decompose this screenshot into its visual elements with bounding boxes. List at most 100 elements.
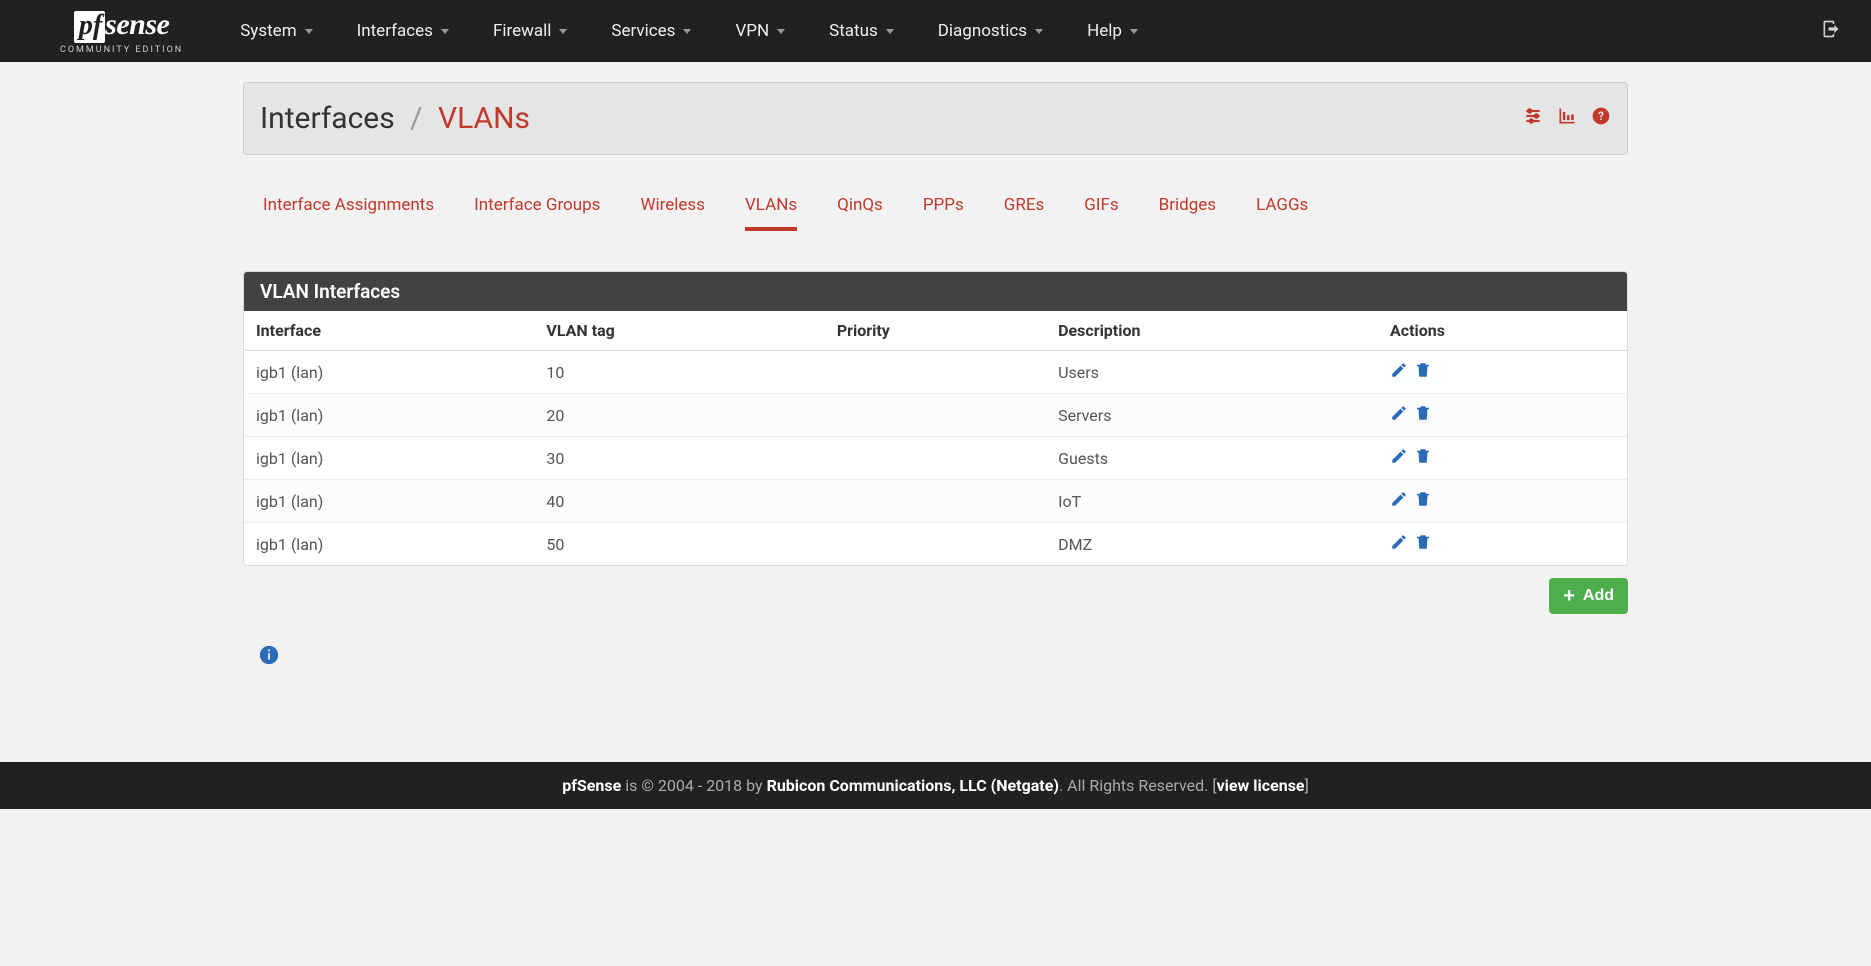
cell-actions [1378,523,1627,566]
logo-sense: sense [105,8,169,42]
nav-item-label: Help [1087,21,1122,41]
table-row[interactable]: igb1 (lan)30Guests [244,437,1627,480]
caret-down-icon [683,29,691,34]
caret-down-icon [777,29,785,34]
logout-icon[interactable] [1811,9,1851,54]
cell-actions [1378,351,1627,394]
plus-icon: + [1563,586,1575,606]
nav-menu: System Interfaces Firewall Services VPN Statu… [218,3,1811,59]
caret-down-icon [441,29,449,34]
add-button[interactable]: + Add [1549,578,1628,614]
nav-item-label: Firewall [493,21,551,41]
footer-text2: . All Rights Reserved. [ [1059,776,1217,795]
col-priority: Priority [825,311,1046,351]
cell-interface: igb1 (lan) [244,437,534,480]
tab-interface-groups[interactable]: Interface Groups [474,183,600,231]
edit-icon[interactable] [1390,361,1408,383]
breadcrumb-parent[interactable]: Interfaces [260,101,395,136]
cell-description: DMZ [1046,523,1378,566]
cell-interface: igb1 (lan) [244,480,534,523]
cell-actions [1378,480,1627,523]
tab-wireless[interactable]: Wireless [640,183,705,231]
breadcrumb-current[interactable]: VLANs [438,101,530,136]
tab-bridges[interactable]: Bridges [1159,183,1216,231]
button-row: + Add [243,578,1628,614]
delete-icon[interactable] [1414,447,1432,469]
edit-icon[interactable] [1390,490,1408,512]
settings-icon[interactable] [1523,106,1543,131]
tab-laggs[interactable]: LAGGs [1256,183,1308,231]
footer-text1: is © 2004 - 2018 by [621,776,766,795]
nav-item-services[interactable]: Services [589,3,713,59]
col-actions: Actions [1378,311,1627,351]
edit-icon[interactable] [1390,447,1408,469]
panel-actions: ? [1523,106,1611,131]
vlan-panel: VLAN Interfaces InterfaceVLAN tagPriorit… [243,271,1628,566]
tab-gres[interactable]: GREs [1004,183,1045,231]
nav-item-system[interactable]: System [218,3,334,59]
nav-item-label: Interfaces [357,21,433,41]
nav-item-label: VPN [735,21,769,41]
table-header-row: InterfaceVLAN tagPriorityDescriptionActi… [244,311,1627,351]
nav-item-label: Services [611,21,675,41]
table-row[interactable]: igb1 (lan)20Servers [244,394,1627,437]
edit-icon[interactable] [1390,533,1408,555]
caret-down-icon [1035,29,1043,34]
footer-company: Rubicon Communications, LLC (Netgate) [767,776,1059,795]
tab-interface-assignments[interactable]: Interface Assignments [263,183,434,231]
logo[interactable]: pfsense COMMUNITY EDITION [60,8,183,55]
footer: pfSense is © 2004 - 2018 by Rubicon Comm… [0,762,1871,809]
col-interface: Interface [244,311,534,351]
nav-item-label: Diagnostics [938,21,1027,41]
caret-down-icon [886,29,894,34]
cell-actions [1378,437,1627,480]
main-container: Interfaces / VLANs ? Interface Assignmen… [243,62,1628,692]
breadcrumb-panel: Interfaces / VLANs ? [243,82,1628,155]
cell-priority [825,351,1046,394]
col-vlan-tag: VLAN tag [534,311,824,351]
cell-description: IoT [1046,480,1378,523]
logo-pf: pf [74,11,105,43]
cell-tag: 20 [534,394,824,437]
edit-icon[interactable] [1390,404,1408,426]
nav-item-firewall[interactable]: Firewall [471,3,589,59]
caret-down-icon [1130,29,1138,34]
graph-icon[interactable] [1557,106,1577,131]
delete-icon[interactable] [1414,404,1432,426]
footer-license-link[interactable]: view license [1217,776,1305,795]
caret-down-icon [559,29,567,34]
info-icon[interactable] [258,644,1628,672]
tab-qinqs[interactable]: QinQs [837,183,883,231]
nav-item-vpn[interactable]: VPN [713,3,807,59]
delete-icon[interactable] [1414,490,1432,512]
cell-tag: 50 [534,523,824,566]
nav-item-diagnostics[interactable]: Diagnostics [916,3,1065,59]
breadcrumb-separator: / [410,101,422,136]
nav-item-status[interactable]: Status [807,3,916,59]
panel-heading: VLAN Interfaces [244,272,1627,311]
tab-gifs[interactable]: GIFs [1084,183,1118,231]
svg-text:?: ? [1598,109,1604,123]
nav-item-interfaces[interactable]: Interfaces [335,3,471,59]
cell-interface: igb1 (lan) [244,394,534,437]
cell-priority [825,394,1046,437]
cell-tag: 30 [534,437,824,480]
cell-priority [825,437,1046,480]
table-row[interactable]: igb1 (lan)40IoT [244,480,1627,523]
delete-icon[interactable] [1414,533,1432,555]
tab-ppps[interactable]: PPPs [923,183,964,231]
table-row[interactable]: igb1 (lan)10Users [244,351,1627,394]
cell-priority [825,523,1046,566]
delete-icon[interactable] [1414,361,1432,383]
logo-subtitle: COMMUNITY EDITION [60,45,183,55]
tab-vlans[interactable]: VLANs [745,183,797,231]
footer-product: pfSense [562,776,621,795]
footer-text3: ] [1305,776,1309,795]
vlan-table: InterfaceVLAN tagPriorityDescriptionActi… [244,311,1627,565]
help-icon[interactable]: ? [1591,106,1611,131]
add-button-label: Add [1583,587,1614,605]
nav-item-help[interactable]: Help [1065,3,1160,59]
table-body: igb1 (lan)10Usersigb1 (lan)20Serversigb1… [244,351,1627,566]
table-row[interactable]: igb1 (lan)50DMZ [244,523,1627,566]
nav-item-label: System [240,21,296,41]
